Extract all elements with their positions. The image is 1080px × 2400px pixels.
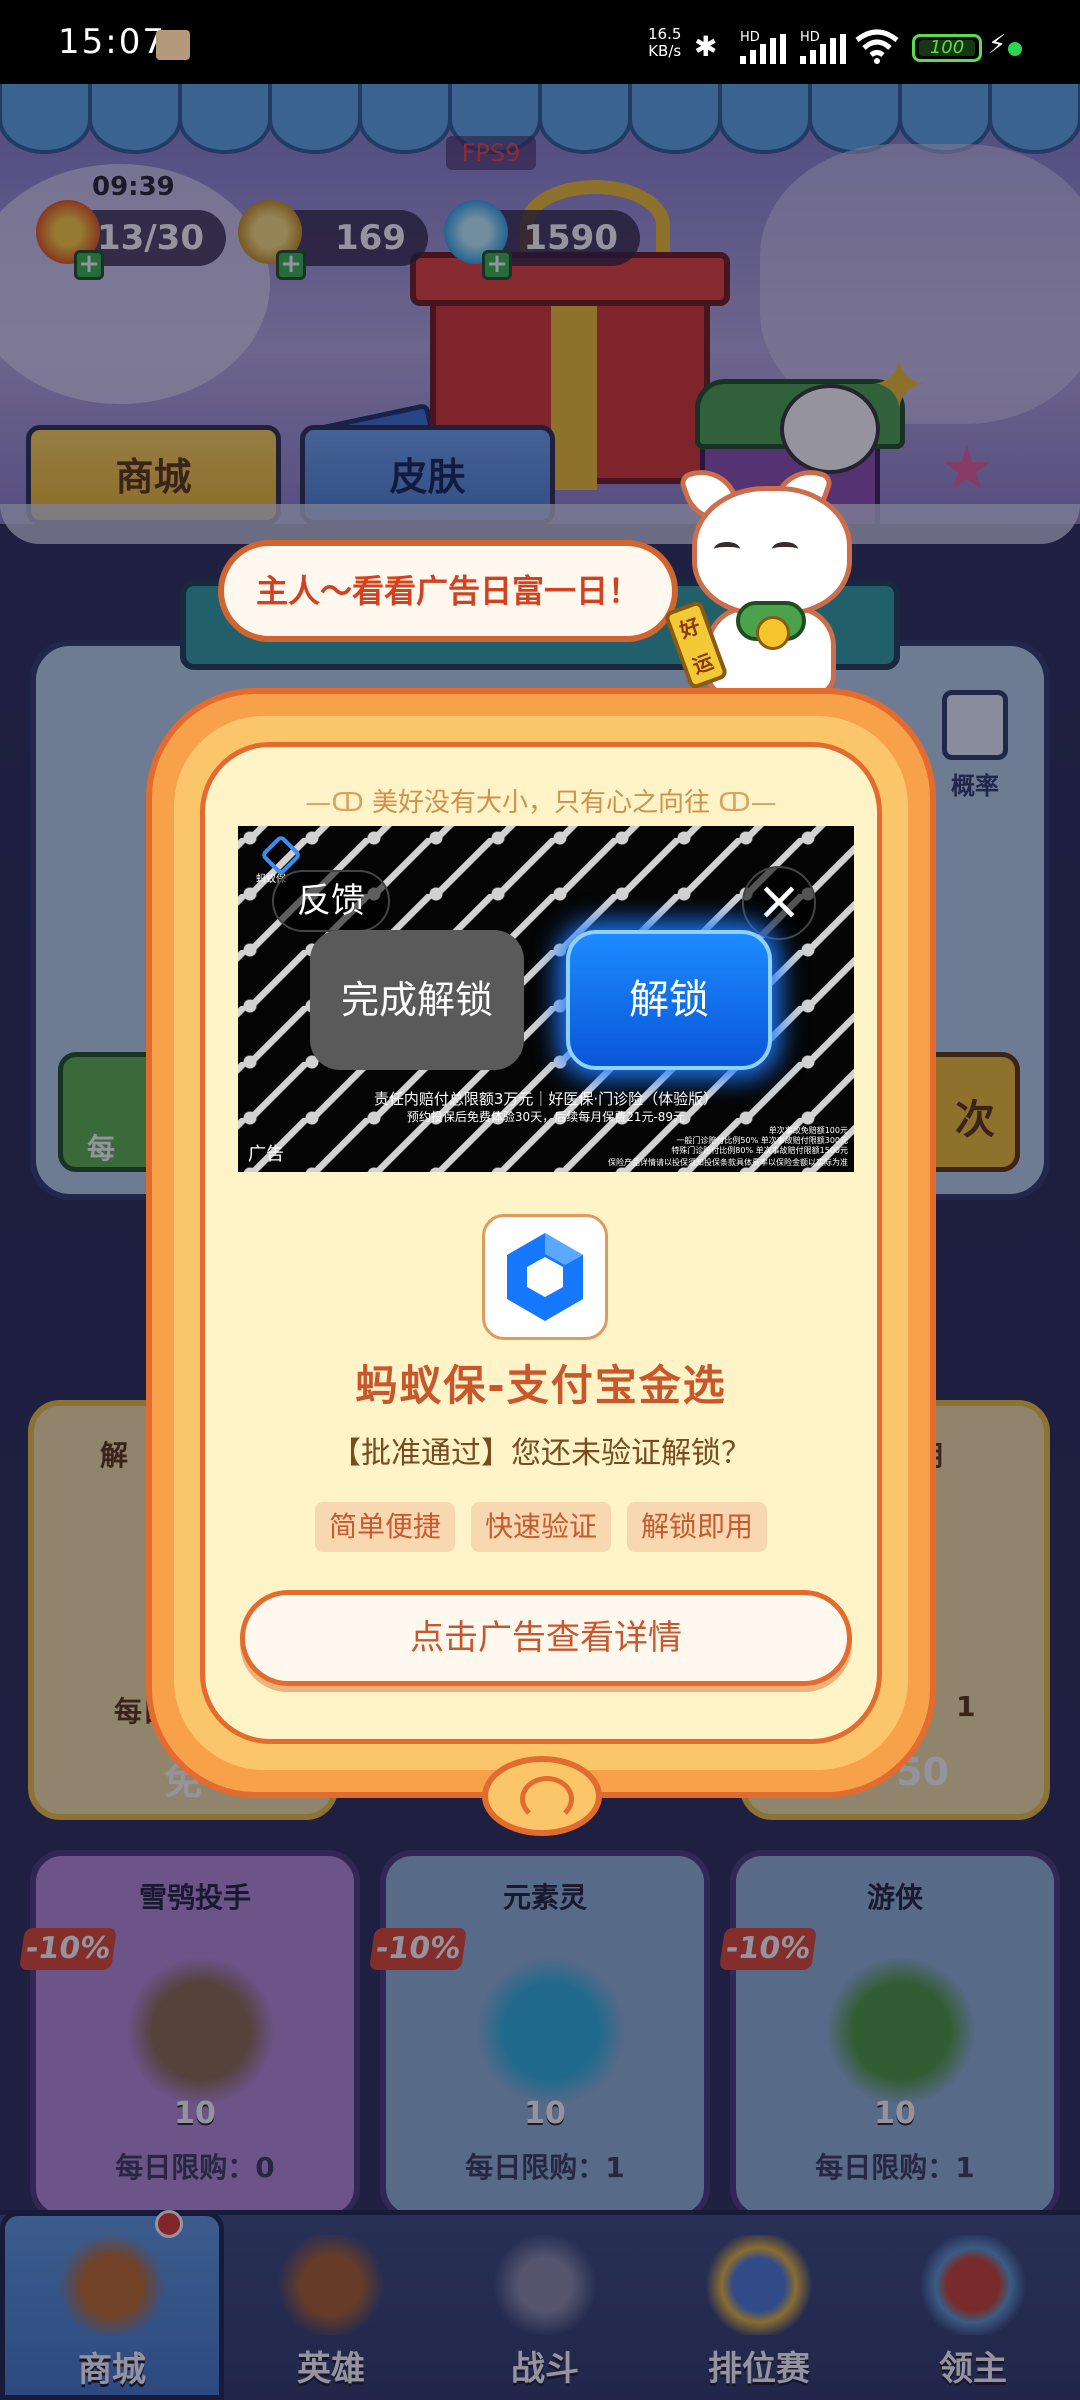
signal-icon — [740, 34, 786, 64]
slogan-text: 美好没有大小，只有心之向往 — [371, 788, 710, 818]
close-icon[interactable]: × — [742, 866, 816, 940]
modal-slogan: —ↀ 美好没有大小，只有心之向往 ↀ— — [152, 782, 930, 819]
modal-ornament — [482, 1756, 602, 1836]
feature-tag: 简单便捷 — [314, 1502, 455, 1552]
ad-video[interactable]: 蚂蚁保 反馈 × 完成解锁 解锁 责任内赔付总限额3万元｜好医保·门诊险（体验版… — [238, 826, 854, 1172]
ad-disclaimer-line2: 预约投保后免费体验30天，后续每月保费21元-89元 — [406, 1110, 686, 1124]
privacy-indicator-dot — [1008, 42, 1022, 56]
feature-tag: 快速验证 — [470, 1502, 611, 1552]
ad-app-name: 蚂蚁保-支付宝金选 — [355, 1361, 727, 1410]
signal-icon-2 — [800, 34, 846, 64]
lucky-cat-mascot: 好运 — [663, 459, 866, 696]
wifi-icon — [855, 29, 899, 64]
swirl-icon: —ↀ — [305, 788, 372, 818]
mascot-speech-bubble: 主人～看看广告日富一日！ — [218, 540, 678, 642]
status-time: 15:07 — [58, 22, 166, 62]
game-shop-screen: 15:07 16.5 KB/s ✱ HD HD 100 ⚡ ✦ ★ FPS9 0… — [0, 0, 1080, 2400]
battery-icon: 100 — [912, 34, 982, 62]
charging-icon: ⚡ — [988, 30, 1007, 60]
status-bar: 15:07 16.5 KB/s ✱ HD HD 100 ⚡ — [0, 0, 1080, 84]
notification-app-icon — [156, 30, 190, 60]
ad-app-description: 【批准通过】您还未验证解锁？ — [331, 1436, 751, 1471]
ad-label: 广告 — [248, 1144, 284, 1165]
hexagon-logo-icon — [507, 1233, 583, 1321]
bell-icon — [756, 616, 790, 650]
view-ad-details-button[interactable]: 点击广告查看详情 — [240, 1590, 852, 1686]
feature-tag: 解锁即用 — [627, 1502, 768, 1552]
network-speed-value: 16.5 — [648, 25, 682, 43]
unlock-button[interactable]: 解锁 — [566, 930, 772, 1070]
ad-footer: 保险产品详情请以投保须知投保条款具体费率以保险金额以实际为准 — [608, 1158, 848, 1167]
bluetooth-icon: ✱ — [694, 30, 718, 63]
fine-print-3: 特殊门诊赔付比例80% 单次事故赔付限额1500元 — [671, 1146, 848, 1155]
network-speed-unit: KB/s — [648, 42, 682, 60]
cat-eye-left — [714, 542, 740, 556]
cat-eye-right — [772, 542, 798, 556]
ad-disclaimer-line1: 责任内赔付总限额3万元｜好医保·门诊险（体验版） — [373, 1090, 719, 1108]
fine-print-2: 一般门诊赔付比例50% 单次事故赔付限额300元 — [676, 1136, 848, 1145]
swirl-icon: ↀ— — [710, 788, 777, 818]
ad-unlock-modal: —ↀ 美好没有大小，只有心之向往 ↀ— 蚂蚁保 反馈 × 完成解锁 解锁 责任内… — [146, 688, 936, 1836]
fine-print-1: 单次事故免赔额100元 — [768, 1126, 848, 1135]
feature-tags: 简单便捷 快速验证 解锁即用 — [152, 1502, 930, 1552]
network-speed: 16.5 KB/s — [648, 26, 681, 60]
complete-unlock-button[interactable]: 完成解锁 — [310, 930, 524, 1070]
ad-fine-print: 单次事故免赔额100元 一般门诊赔付比例50% 单次事故赔付限额300元 特殊门… — [628, 1126, 848, 1156]
feedback-button[interactable]: 反馈 — [272, 870, 390, 932]
ant-insurance-app-icon[interactable] — [482, 1214, 608, 1340]
